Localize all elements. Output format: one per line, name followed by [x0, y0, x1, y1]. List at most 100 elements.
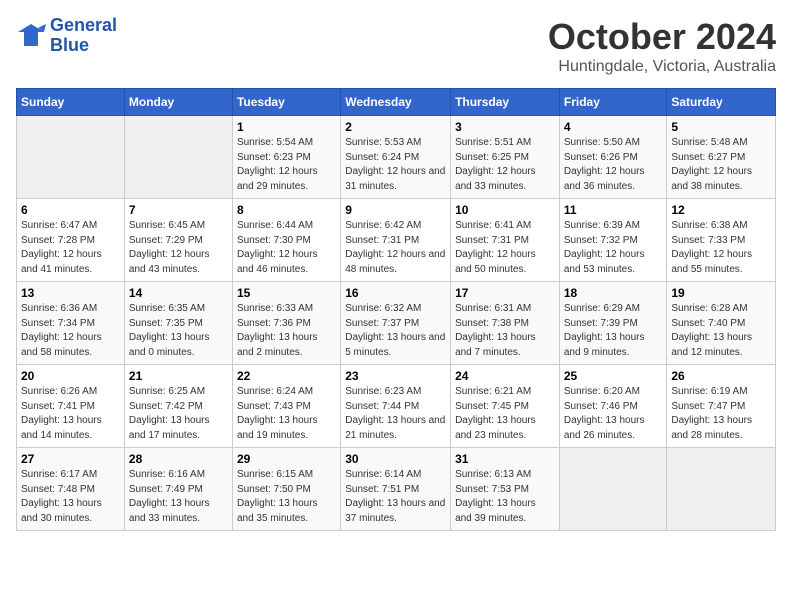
day-number: 19	[671, 286, 771, 300]
calendar-cell: 11 Sunrise: 6:39 AM Sunset: 7:32 PM Dayli…	[559, 199, 667, 282]
day-detail: Sunrise: 6:17 AM Sunset: 7:48 PM Dayligh…	[21, 468, 120, 526]
day-number: 15	[237, 286, 336, 300]
day-number: 8	[237, 203, 336, 217]
weekday-header-friday: Friday	[559, 89, 667, 116]
day-detail: Sunrise: 6:15 AM Sunset: 7:50 PM Dayligh…	[237, 468, 336, 526]
calendar-cell: 18 Sunrise: 6:29 AM Sunset: 7:39 PM Dayli…	[559, 282, 667, 365]
day-number: 7	[129, 203, 228, 217]
day-detail: Sunrise: 6:16 AM Sunset: 7:49 PM Dayligh…	[129, 468, 228, 526]
day-number: 22	[237, 369, 336, 383]
day-number: 2	[345, 120, 446, 134]
calendar-cell	[667, 448, 776, 531]
calendar-cell: 22Sunrise: 6:24 AM Sunset: 7:43 PM Dayli…	[232, 365, 340, 448]
calendar-cell: 6Sunrise: 6:47 AM Sunset: 7:28 PM Daylig…	[17, 199, 125, 282]
calendar-week-0: 1 Sunrise: 5:54 AM Sunset: 6:23 PM Daylig…	[17, 116, 776, 199]
day-number: 9	[345, 203, 446, 217]
day-detail: Sunrise: 6:28 AM Sunset: 7:40 PM Dayligh…	[671, 302, 771, 360]
calendar-week-2: 13Sunrise: 6:36 AM Sunset: 7:34 PM Dayli…	[17, 282, 776, 365]
day-detail: Sunrise: 6:32 AM Sunset: 7:37 PM Dayligh…	[345, 302, 446, 360]
day-detail: Sunrise: 6:38 AM Sunset: 7:33 PM Dayligh…	[671, 219, 771, 277]
calendar-cell: 9 Sunrise: 6:42 AM Sunset: 7:31 PM Daylig…	[341, 199, 451, 282]
day-detail: Sunrise: 6:23 AM Sunset: 7:44 PM Dayligh…	[345, 385, 446, 443]
calendar-cell: 25 Sunrise: 6:20 AM Sunset: 7:46 PM Dayli…	[559, 365, 667, 448]
weekday-header-tuesday: Tuesday	[232, 89, 340, 116]
calendar-cell: 31 Sunrise: 6:13 AM Sunset: 7:53 PM Dayli…	[451, 448, 560, 531]
calendar-cell: 10 Sunrise: 6:41 AM Sunset: 7:31 PM Dayli…	[451, 199, 560, 282]
day-detail: Sunrise: 5:48 AM Sunset: 6:27 PM Dayligh…	[671, 136, 771, 194]
day-number: 18	[564, 286, 663, 300]
day-detail: Sunrise: 6:41 AM Sunset: 7:31 PM Dayligh…	[455, 219, 555, 277]
day-number: 12	[671, 203, 771, 217]
day-detail: Sunrise: 6:42 AM Sunset: 7:31 PM Dayligh…	[345, 219, 446, 277]
calendar-header-row: SundayMondayTuesdayWednesdayThursdayFrid…	[17, 89, 776, 116]
day-number: 6	[21, 203, 120, 217]
day-number: 30	[345, 452, 446, 466]
day-detail: Sunrise: 6:26 AM Sunset: 7:41 PM Dayligh…	[21, 385, 120, 443]
day-detail: Sunrise: 6:13 AM Sunset: 7:53 PM Dayligh…	[455, 468, 555, 526]
calendar-cell: 26 Sunrise: 6:19 AM Sunset: 7:47 PM Dayli…	[667, 365, 776, 448]
calendar-cell	[124, 116, 232, 199]
day-number: 21	[129, 369, 228, 383]
day-number: 4	[564, 120, 663, 134]
day-detail: Sunrise: 5:51 AM Sunset: 6:25 PM Dayligh…	[455, 136, 555, 194]
calendar-cell: 19 Sunrise: 6:28 AM Sunset: 7:40 PM Dayli…	[667, 282, 776, 365]
day-number: 29	[237, 452, 336, 466]
calendar-cell: 7 Sunrise: 6:45 AM Sunset: 7:29 PM Daylig…	[124, 199, 232, 282]
day-detail: Sunrise: 6:21 AM Sunset: 7:45 PM Dayligh…	[455, 385, 555, 443]
day-number: 14	[129, 286, 228, 300]
calendar-cell: 30Sunrise: 6:14 AM Sunset: 7:51 PM Dayli…	[341, 448, 451, 531]
calendar-cell: 15 Sunrise: 6:33 AM Sunset: 7:36 PM Dayli…	[232, 282, 340, 365]
day-number: 3	[455, 120, 555, 134]
day-number: 16	[345, 286, 446, 300]
day-detail: Sunrise: 6:20 AM Sunset: 7:46 PM Dayligh…	[564, 385, 663, 443]
day-number: 17	[455, 286, 555, 300]
calendar-cell: 17 Sunrise: 6:31 AM Sunset: 7:38 PM Dayli…	[451, 282, 560, 365]
page-header: General Blue October 2024 Huntingdale, V…	[16, 16, 776, 76]
day-number: 1	[237, 120, 336, 134]
calendar-cell: 3 Sunrise: 5:51 AM Sunset: 6:25 PM Daylig…	[451, 116, 560, 199]
day-detail: Sunrise: 5:53 AM Sunset: 6:24 PM Dayligh…	[345, 136, 446, 194]
calendar-cell: 8Sunrise: 6:44 AM Sunset: 7:30 PM Daylig…	[232, 199, 340, 282]
calendar-cell: 27 Sunrise: 6:17 AM Sunset: 7:48 PM Dayli…	[17, 448, 125, 531]
day-number: 10	[455, 203, 555, 217]
logo: General Blue	[16, 16, 117, 56]
logo-text-line1: General	[50, 16, 117, 36]
logo-text-line2: Blue	[50, 36, 117, 56]
day-number: 26	[671, 369, 771, 383]
calendar-cell: 12 Sunrise: 6:38 AM Sunset: 7:33 PM Dayli…	[667, 199, 776, 282]
weekday-header-sunday: Sunday	[17, 89, 125, 116]
calendar-cell: 20 Sunrise: 6:26 AM Sunset: 7:41 PM Dayli…	[17, 365, 125, 448]
day-number: 27	[21, 452, 120, 466]
day-detail: Sunrise: 6:35 AM Sunset: 7:35 PM Dayligh…	[129, 302, 228, 360]
logo-icon	[16, 22, 46, 50]
day-number: 20	[21, 369, 120, 383]
calendar-cell: 29 Sunrise: 6:15 AM Sunset: 7:50 PM Dayli…	[232, 448, 340, 531]
weekday-header-monday: Monday	[124, 89, 232, 116]
day-number: 31	[455, 452, 555, 466]
title-area: October 2024 Huntingdale, Victoria, Aust…	[548, 16, 776, 76]
calendar-week-4: 27 Sunrise: 6:17 AM Sunset: 7:48 PM Dayli…	[17, 448, 776, 531]
day-detail: Sunrise: 6:31 AM Sunset: 7:38 PM Dayligh…	[455, 302, 555, 360]
day-number: 5	[671, 120, 771, 134]
day-detail: Sunrise: 6:45 AM Sunset: 7:29 PM Dayligh…	[129, 219, 228, 277]
day-number: 23	[345, 369, 446, 383]
calendar-cell: 13Sunrise: 6:36 AM Sunset: 7:34 PM Dayli…	[17, 282, 125, 365]
location-title: Huntingdale, Victoria, Australia	[548, 58, 776, 76]
day-detail: Sunrise: 5:54 AM Sunset: 6:23 PM Dayligh…	[237, 136, 336, 194]
day-detail: Sunrise: 6:33 AM Sunset: 7:36 PM Dayligh…	[237, 302, 336, 360]
day-number: 25	[564, 369, 663, 383]
day-detail: Sunrise: 6:39 AM Sunset: 7:32 PM Dayligh…	[564, 219, 663, 277]
weekday-header-thursday: Thursday	[451, 89, 560, 116]
day-detail: Sunrise: 6:19 AM Sunset: 7:47 PM Dayligh…	[671, 385, 771, 443]
day-detail: Sunrise: 6:29 AM Sunset: 7:39 PM Dayligh…	[564, 302, 663, 360]
calendar-cell: 5 Sunrise: 5:48 AM Sunset: 6:27 PM Daylig…	[667, 116, 776, 199]
calendar-cell: 4 Sunrise: 5:50 AM Sunset: 6:26 PM Daylig…	[559, 116, 667, 199]
day-number: 24	[455, 369, 555, 383]
day-number: 11	[564, 203, 663, 217]
day-detail: Sunrise: 5:50 AM Sunset: 6:26 PM Dayligh…	[564, 136, 663, 194]
calendar-week-1: 6Sunrise: 6:47 AM Sunset: 7:28 PM Daylig…	[17, 199, 776, 282]
calendar-cell: 1 Sunrise: 5:54 AM Sunset: 6:23 PM Daylig…	[232, 116, 340, 199]
month-title: October 2024	[548, 16, 776, 58]
weekday-header-wednesday: Wednesday	[341, 89, 451, 116]
day-number: 28	[129, 452, 228, 466]
